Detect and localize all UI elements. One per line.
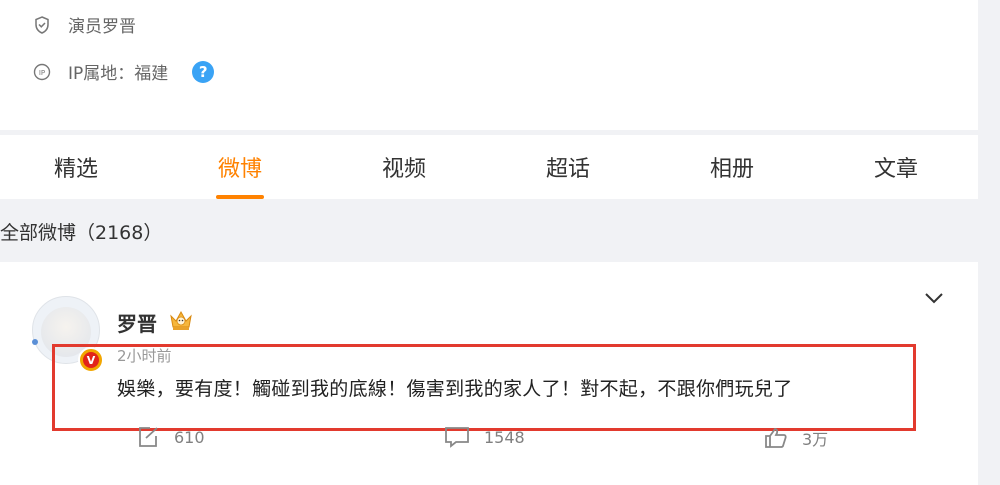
ip-location-text: IP属地：福建 — [68, 64, 169, 84]
crown-icon — [168, 308, 194, 332]
repost-icon — [139, 427, 158, 447]
repost-button[interactable]: 610 — [136, 426, 205, 448]
tab-weibo[interactable]: 微博 — [195, 135, 285, 199]
verified-badge-glyph: V — [83, 352, 99, 368]
tab-videos[interactable]: 视频 — [359, 135, 449, 199]
like-button[interactable]: 3万 — [764, 426, 828, 450]
profile-info-card: 演员罗晋 IP IP属地：福建 ? — [0, 0, 978, 130]
avatar-dot — [32, 339, 38, 345]
comment-button[interactable]: 1548 — [444, 426, 525, 448]
tab-label: 超话 — [545, 157, 590, 182]
all-posts-count: 全部微博（2168） — [0, 222, 163, 244]
tab-label: 相册 — [709, 157, 754, 182]
post-timestamp[interactable]: 2小时前 — [117, 345, 172, 366]
shield-icon — [33, 15, 51, 34]
repost-count: 610 — [174, 427, 205, 447]
post-username[interactable]: 罗晋 — [117, 308, 157, 337]
tab-supertopic[interactable]: 超话 — [523, 135, 613, 199]
tab-articles[interactable]: 文章 — [851, 135, 941, 199]
post-text: 娛樂，要有度！觸碰到我的底線！傷害到我的家人了！對不起，不跟你們玩兒了 — [117, 378, 793, 400]
tab-featured[interactable]: 精选 — [31, 135, 121, 199]
profile-title-text: 演员罗晋 — [68, 17, 136, 37]
tab-label: 视频 — [381, 157, 426, 182]
profile-tabs: 精选 微博 视频 超话 相册 文章 — [0, 135, 978, 199]
tab-album[interactable]: 相册 — [687, 135, 777, 199]
chevron-down-icon[interactable] — [924, 290, 944, 304]
ip-icon: IP — [33, 63, 51, 81]
like-count: 3万 — [802, 430, 829, 449]
verified-badge-icon: V — [78, 347, 104, 373]
post-card: V 罗晋 2小时前 娛樂，要有度！觸碰到我的底線！傷害到我的家人了！對不起，不跟… — [0, 262, 978, 485]
active-tab-underline — [216, 195, 264, 199]
tab-label: 微博 — [217, 157, 262, 182]
ip-location-row: IP IP属地：福建 ? — [33, 59, 215, 84]
comment-count: 1548 — [484, 427, 525, 447]
profile-title-row: 演员罗晋 — [33, 12, 136, 37]
tab-label: 文章 — [873, 157, 918, 182]
tab-label: 精选 — [53, 157, 98, 182]
svg-text:IP: IP — [39, 69, 45, 77]
comment-icon — [445, 427, 469, 448]
help-icon[interactable]: ? — [192, 60, 215, 83]
like-icon — [765, 428, 787, 448]
